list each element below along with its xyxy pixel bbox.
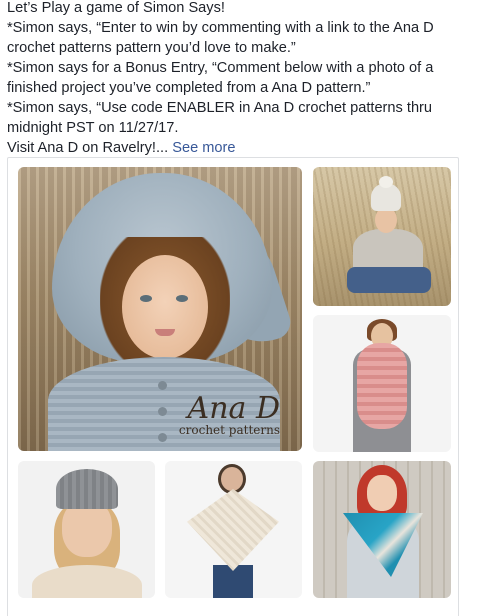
photo-cream-poncho[interactable] (165, 461, 302, 598)
post-line-5: finished project you’ve completed from a… (7, 80, 371, 96)
left-eye (140, 295, 152, 302)
ana-d-watermark: Ana D crochet patterns (178, 391, 280, 438)
post-line-1: Let’s Play a game of Simon Says! (7, 0, 225, 16)
poncho-button-1 (158, 381, 167, 390)
grey-beanie (56, 469, 118, 509)
see-more-link[interactable]: See more (172, 140, 235, 156)
poncho-button-3 (158, 433, 167, 442)
post-line-6: *Simon says, “Use code ENABLER in Ana D … (7, 100, 433, 116)
photo-red-hair-blue-scarf[interactable] (313, 461, 451, 598)
post-line-8-text: Visit Ana D on Ravelry!... (7, 140, 169, 156)
pom-pom (379, 176, 393, 188)
right-eye (176, 295, 188, 302)
post-line-8: Visit Ana D on Ravelry!... See more (7, 138, 473, 158)
post-text: Let’s Play a game of Simon Says! *Simon … (7, 0, 473, 158)
lace-poncho (187, 489, 279, 571)
poncho-button-2 (158, 407, 167, 416)
post-line-7: midnight PST on 11/27/17. (7, 120, 179, 136)
watermark-brand: Ana D (187, 391, 280, 426)
post-line-4: *Simon says for a Bonus Entry, “Comment … (7, 60, 434, 76)
pink-scarf (357, 343, 407, 429)
photo-woman-grey-beanie[interactable] (18, 461, 155, 598)
main-photo-child-hood[interactable]: Ana D crochet patterns (18, 167, 302, 451)
child-face (122, 255, 208, 359)
shoulders (32, 565, 142, 598)
jeans (347, 267, 431, 293)
facebook-post: Let’s Play a game of Simon Says! *Simon … (0, 0, 479, 616)
photo-gallery: Ana D crochet patterns (7, 157, 459, 616)
post-line-3: crochet patterns pattern you’d love to m… (7, 40, 296, 56)
photo-pink-infinity-scarf[interactable] (313, 315, 451, 452)
watermark-subtitle: crochet patterns (178, 423, 280, 437)
photo-woman-field-beanie[interactable] (313, 167, 451, 306)
post-line-2: *Simon says, “Enter to win by commenting… (7, 20, 434, 36)
face (221, 467, 243, 491)
face (367, 475, 397, 511)
